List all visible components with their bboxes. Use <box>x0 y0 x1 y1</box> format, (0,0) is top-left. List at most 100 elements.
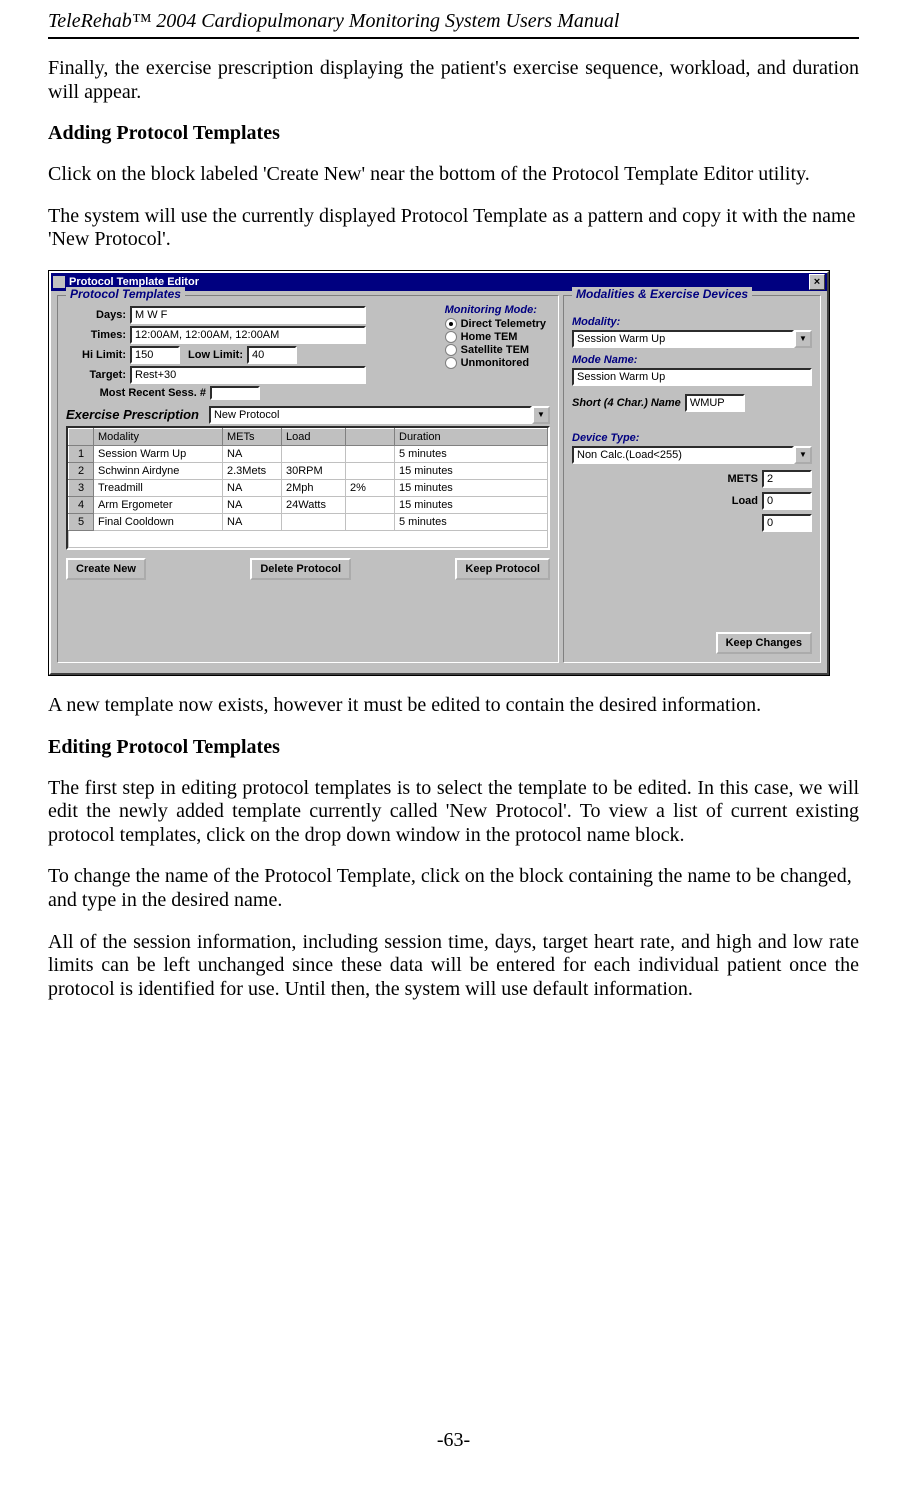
radio-label: Direct Telemetry <box>461 318 546 330</box>
cell-duration[interactable]: 5 minutes <box>395 513 548 530</box>
grid-header-row: Modality METs Load Duration <box>69 428 548 445</box>
create-new-button[interactable]: Create New <box>66 558 146 580</box>
mets-label: METS <box>727 473 758 485</box>
editing-templates-heading: Editing Protocol Templates <box>48 736 859 759</box>
hi-limit-input[interactable]: 150 <box>130 346 180 364</box>
cell-mets[interactable]: NA <box>223 479 282 496</box>
mets-input[interactable]: 2 <box>762 470 812 488</box>
device-type-dropdown-button[interactable]: ▼ <box>794 446 812 464</box>
radio-label: Unmonitored <box>461 357 529 369</box>
radio-dot-icon <box>445 344 457 356</box>
cell-extra[interactable] <box>346 513 395 530</box>
monitoring-mode-label: Monitoring Mode: <box>445 304 546 316</box>
grid-empty-space <box>69 530 548 547</box>
modality-combo[interactable]: Session Warm Up <box>572 330 794 348</box>
cell-modality[interactable]: Schwinn Airdyne <box>94 462 223 479</box>
radio-dot-icon <box>445 331 457 343</box>
cell-mets[interactable]: NA <box>223 445 282 462</box>
grid-col-blank <box>69 428 94 445</box>
cell-duration[interactable]: 5 minutes <box>395 445 548 462</box>
grid-col-extra <box>346 428 395 445</box>
radio-dot-icon <box>445 318 457 330</box>
cell-extra[interactable]: 2% <box>346 479 395 496</box>
table-row[interactable]: 2 Schwinn Airdyne 2.3Mets 30RPM 15 minut… <box>69 462 548 479</box>
device-type-label: Device Type: <box>572 432 812 444</box>
hi-limit-label: Hi Limit: <box>66 349 130 361</box>
cell-modality[interactable]: Session Warm Up <box>94 445 223 462</box>
adding-templates-heading: Adding Protocol Templates <box>48 122 859 145</box>
after-dialog-paragraph: A new template now exists, however it mu… <box>48 694 859 718</box>
grid-col-mets: METs <box>223 428 282 445</box>
load-input[interactable]: 0 <box>762 492 812 510</box>
recent-sess-label: Most Recent Sess. # <box>66 387 210 399</box>
grid-col-duration: Duration <box>395 428 548 445</box>
cell-mets[interactable]: NA <box>223 513 282 530</box>
exercise-grid[interactable]: Modality METs Load Duration 1 Session Wa… <box>66 426 550 550</box>
row-num: 3 <box>69 479 94 496</box>
intro-paragraph: Finally, the exercise prescription displ… <box>48 57 859 104</box>
times-input[interactable]: 12:00AM, 12:00AM, 12:00AM <box>130 326 366 344</box>
row-num: 4 <box>69 496 94 513</box>
grid-col-modality: Modality <box>94 428 223 445</box>
cell-duration[interactable]: 15 minutes <box>395 479 548 496</box>
radio-label: Home TEM <box>461 331 518 343</box>
table-row[interactable]: 4 Arm Ergometer NA 24Watts 15 minutes <box>69 496 548 513</box>
chevron-down-icon: ▼ <box>799 334 807 343</box>
protocol-name-combo[interactable]: New Protocol <box>209 406 532 424</box>
cell-load[interactable]: 2Mph <box>282 479 346 496</box>
cell-load[interactable] <box>282 513 346 530</box>
days-label: Days: <box>66 309 130 321</box>
adding-p2: The system will use the currently displa… <box>48 205 859 252</box>
cell-load[interactable] <box>282 445 346 462</box>
table-row[interactable]: 5 Final Cooldown NA 5 minutes <box>69 513 548 530</box>
cell-extra[interactable] <box>346 496 395 513</box>
days-input[interactable]: M W F <box>130 306 366 324</box>
editing-p3: All of the session information, includin… <box>48 931 859 1002</box>
cell-modality[interactable]: Treadmill <box>94 479 223 496</box>
cell-load[interactable]: 30RPM <box>282 462 346 479</box>
short-name-input[interactable]: WMUP <box>685 394 745 412</box>
radio-unmonitored[interactable]: Unmonitored <box>445 357 546 369</box>
mode-name-input[interactable]: Session Warm Up <box>572 368 812 386</box>
radio-home-tem[interactable]: Home TEM <box>445 331 546 343</box>
radio-label: Satellite TEM <box>461 344 529 356</box>
cell-duration[interactable]: 15 minutes <box>395 462 548 479</box>
table-row[interactable]: 1 Session Warm Up NA 5 minutes <box>69 445 548 462</box>
exercise-prescription-label: Exercise Prescription <box>66 407 199 422</box>
keep-protocol-button[interactable]: Keep Protocol <box>455 558 550 580</box>
modality-dropdown-button[interactable]: ▼ <box>794 330 812 348</box>
page-number: -63- <box>0 1429 907 1452</box>
protocol-name-dropdown-button[interactable]: ▼ <box>532 406 550 424</box>
monitoring-mode-block: Monitoring Mode: Direct Telemetry Home T… <box>445 304 546 370</box>
chevron-down-icon: ▼ <box>799 450 807 459</box>
cell-load[interactable]: 24Watts <box>282 496 346 513</box>
cell-extra[interactable] <box>346 445 395 462</box>
recent-sess-input[interactable] <box>210 386 260 400</box>
cell-extra[interactable] <box>346 462 395 479</box>
radio-direct-telemetry[interactable]: Direct Telemetry <box>445 318 546 330</box>
cell-mets[interactable]: NA <box>223 496 282 513</box>
device-type-combo[interactable]: Non Calc.(Load<255) <box>572 446 794 464</box>
low-limit-input[interactable]: 40 <box>247 346 297 364</box>
times-label: Times: <box>66 329 130 341</box>
close-icon: × <box>814 276 820 288</box>
close-button[interactable]: × <box>809 274 825 290</box>
cell-modality[interactable]: Arm Ergometer <box>94 496 223 513</box>
target-label: Target: <box>66 369 130 381</box>
cell-mets[interactable]: 2.3Mets <box>223 462 282 479</box>
delete-protocol-button[interactable]: Delete Protocol <box>250 558 351 580</box>
low-limit-label: Low Limit: <box>188 349 247 361</box>
target-input[interactable]: Rest+30 <box>130 366 366 384</box>
cell-modality[interactable]: Final Cooldown <box>94 513 223 530</box>
row-num: 1 <box>69 445 94 462</box>
radio-satellite-tem[interactable]: Satellite TEM <box>445 344 546 356</box>
header-rule <box>48 37 859 39</box>
mode-name-label: Mode Name: <box>572 354 812 366</box>
extra-input[interactable]: 0 <box>762 514 812 532</box>
cell-duration[interactable]: 15 minutes <box>395 496 548 513</box>
keep-changes-button[interactable]: Keep Changes <box>716 632 812 654</box>
modalities-group: Modalities & Exercise Devices Modality: … <box>563 295 821 663</box>
table-row[interactable]: 3 Treadmill NA 2Mph 2% 15 minutes <box>69 479 548 496</box>
row-num: 5 <box>69 513 94 530</box>
modalities-legend: Modalities & Exercise Devices <box>572 287 752 301</box>
